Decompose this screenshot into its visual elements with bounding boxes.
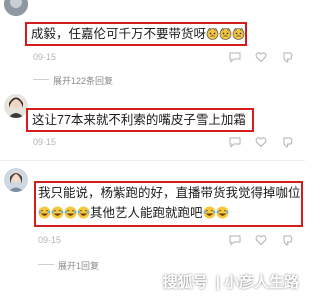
crying-cat-emoji xyxy=(206,27,219,40)
laughing-crying-emoji xyxy=(216,206,229,219)
watermark: 搜狐号 | 小彦人生路 xyxy=(142,271,299,294)
comment-text: 这让77本来就不利索的嘴皮子雪上加霜 xyxy=(32,113,246,127)
comment-timestamp: 09·15 xyxy=(33,137,57,147)
avatar[interactable] xyxy=(4,94,28,118)
comment-timestamp: 09·15 xyxy=(38,235,62,245)
watermark-separator: | xyxy=(215,274,220,291)
expand-replies-link[interactable]: 展开122条回复 xyxy=(53,74,113,87)
watermark-logo-text: 搜狐号 xyxy=(162,274,208,291)
comment-text: 成毅，任嘉伦可千万不要带货呀 xyxy=(31,25,245,43)
comment-text-line-2: 其他艺人能跑就跑吧 xyxy=(38,204,229,222)
reply-icon[interactable] xyxy=(229,135,241,148)
comment-actions xyxy=(229,50,293,63)
sohu-logo-icon xyxy=(142,274,159,294)
expand-replies-link[interactable]: 展开1回复 xyxy=(58,259,99,272)
comment-actions xyxy=(229,135,293,148)
laughing-crying-emoji xyxy=(203,206,216,219)
laughing-crying-emoji xyxy=(64,206,77,219)
crying-cat-emoji xyxy=(219,27,232,40)
comment-1: 成毅，任嘉伦可千万不要带货呀 09·15 展开122条回复 xyxy=(0,0,305,95)
watermark-author: 小彦人生路 xyxy=(223,274,299,291)
crying-cat-emoji xyxy=(232,27,245,40)
comment-timestamp: 09·15 xyxy=(33,52,57,62)
reply-connector xyxy=(33,79,49,80)
comment-2: 这让77本来就不利索的嘴皮子雪上加霜 09·15 xyxy=(0,88,305,154)
reply-icon[interactable] xyxy=(229,50,241,63)
avatar[interactable] xyxy=(4,168,28,192)
reply-connector xyxy=(38,264,54,265)
avatar[interactable] xyxy=(4,0,28,16)
like-icon[interactable] xyxy=(255,50,267,63)
dislike-icon[interactable] xyxy=(281,50,293,63)
like-icon[interactable] xyxy=(255,135,267,148)
reply-icon[interactable] xyxy=(229,233,241,246)
dislike-icon[interactable] xyxy=(281,233,293,246)
laughing-crying-emoji xyxy=(77,206,90,219)
laughing-crying-emoji xyxy=(38,206,51,219)
comment-text-line-1: 我只能说，杨紫跑的好，直播带货我觉得掉咖位 xyxy=(38,186,301,200)
divider xyxy=(0,160,305,161)
comment-actions xyxy=(229,233,293,246)
laughing-crying-emoji xyxy=(51,206,64,219)
dislike-icon[interactable] xyxy=(281,135,293,148)
like-icon[interactable] xyxy=(255,233,267,246)
